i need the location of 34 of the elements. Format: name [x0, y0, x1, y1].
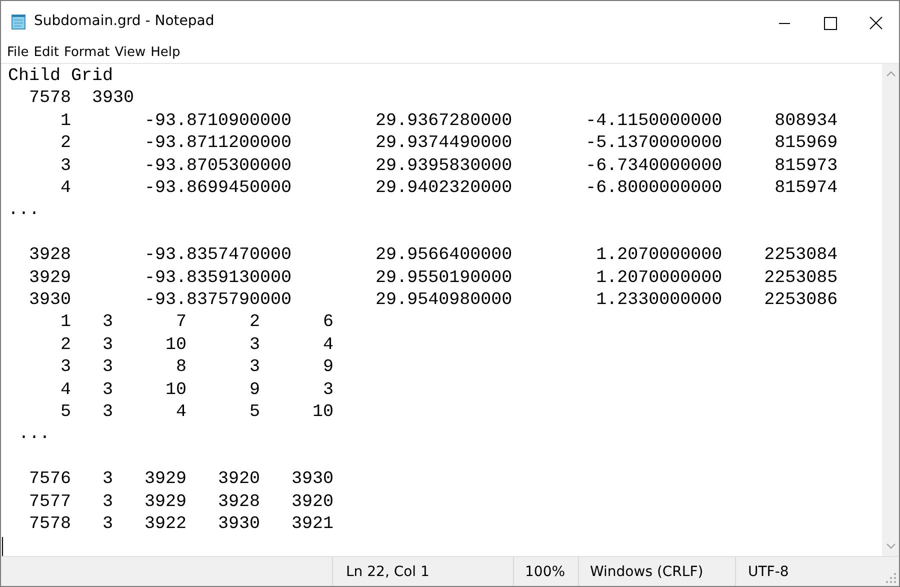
text-line: 3928 -93.8357470000 29.9566400000 1.2070000000 2253084	[28, 244, 838, 267]
text-line: 2 3 10 3 4	[60, 334, 334, 356]
resize-grip-icon[interactable]	[885, 572, 897, 584]
text-line: 4 -93.8699450000 29.9402320000 -6.8000000000 815974	[60, 177, 838, 200]
text-line: 2 -93.8711200000 29.9374490000 -5.1370000000 815969	[60, 132, 838, 155]
text-line: ...	[18, 423, 50, 446]
text-line: Child Grid	[8, 65, 114, 88]
menu-item[interactable]: Edit	[34, 44, 59, 60]
text-line: 1 3 7 2 6	[60, 311, 334, 334]
text-line: 7578 3930	[28, 87, 134, 110]
text-line: 4 3 10 9 3	[60, 378, 334, 402]
status-text: UTF-8	[747, 562, 790, 582]
text-line: 7578 3 3922 3930 3921	[28, 513, 334, 536]
menu-item[interactable]: File	[7, 44, 29, 60]
text-line: 3 3 8 3 9	[60, 356, 334, 379]
menu-item[interactable]: Help	[150, 44, 180, 60]
menu-item[interactable]: Format	[64, 44, 110, 60]
text-line: ...	[8, 199, 40, 222]
text-line: 7577 3 3929 3928 3920	[28, 490, 334, 514]
window-title: Subdomain.grd - Notepad	[34, 13, 214, 29]
text-line: 1 -93.8710900000 29.9367280000 -4.1150000000 808934	[60, 110, 838, 132]
text-line: 3930 -93.8375790000 29.9540980000 1.2330000000 2253086	[28, 289, 838, 312]
text-line: 7576 3 3929 3920 3930	[28, 468, 334, 491]
notepad-icon	[10, 12, 28, 30]
scroll-up-icon[interactable]	[886, 71, 896, 77]
menu-item[interactable]: View	[114, 44, 146, 60]
text-line: 3929 -93.8359130000 29.9550190000 1.2070000000 2253085	[28, 266, 838, 290]
status-text: Windows (CRLF)	[579, 557, 736, 586]
status-text: Ln 22, Col 1	[333, 557, 514, 586]
scroll-down-icon[interactable]	[886, 543, 896, 549]
text-line: 5 3 4 5 10	[60, 401, 334, 424]
text-line: 3 -93.8705300000 29.9395830000 -6.7340000000 815973	[60, 154, 838, 178]
text-cursor	[2, 536, 3, 556]
status-text: 100%	[514, 557, 579, 586]
